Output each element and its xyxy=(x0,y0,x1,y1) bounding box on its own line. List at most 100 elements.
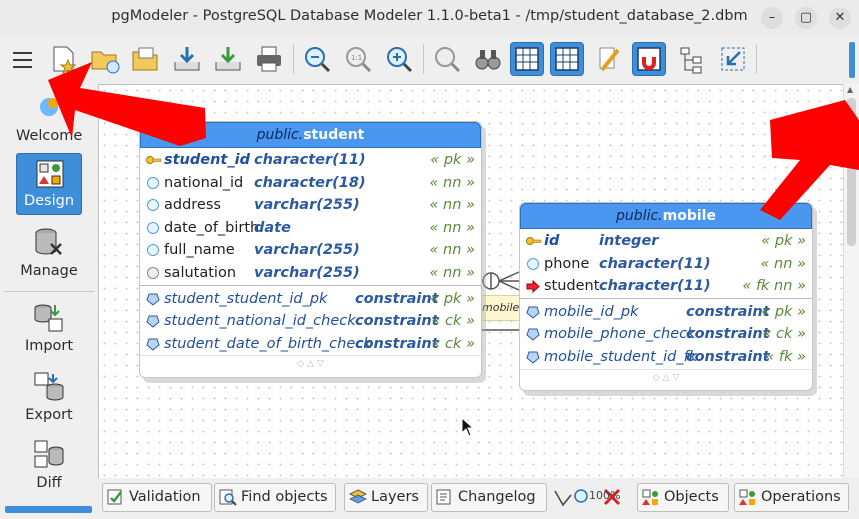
expand-canvas-button[interactable] xyxy=(716,42,750,76)
find-button[interactable] xyxy=(471,42,505,76)
column-name: student xyxy=(544,278,600,295)
constraint-tag: « ck » xyxy=(762,326,807,343)
print-button[interactable] xyxy=(252,42,286,76)
table-row[interactable]: phone character(11) « nn » xyxy=(520,253,812,276)
toolbar-separator xyxy=(756,44,757,74)
sidebar-item-manage[interactable]: Manage xyxy=(16,222,82,284)
open-model-button[interactable] xyxy=(129,42,163,76)
sidebar-item-welcome[interactable]: Welcome xyxy=(16,87,82,149)
column-constraint-tag: « fk nn » xyxy=(742,278,806,295)
sidebar-item-label: Design xyxy=(23,193,75,209)
constraint-name: mobile_id_pk xyxy=(544,303,639,320)
constraint-tag: « fk » xyxy=(765,348,806,365)
validation-button[interactable]: Validation xyxy=(102,483,212,512)
objects-icon xyxy=(642,489,658,505)
layers-button[interactable]: Layers xyxy=(344,483,428,512)
table-row[interactable]: student_student_id_pk constraint « pk » xyxy=(140,288,481,311)
sidebar-item-import[interactable]: Import xyxy=(16,297,82,359)
table-row[interactable]: full_name varchar(255) « nn » xyxy=(140,239,481,262)
changelog-button[interactable]: Changelog xyxy=(431,483,547,512)
column-name: salutation xyxy=(164,264,237,281)
show-grid-button[interactable] xyxy=(510,42,544,76)
svg-text:1:1: 1:1 xyxy=(351,54,362,62)
sidebar-item-label: Diff xyxy=(36,475,62,491)
column-constraint-tag: « nn » xyxy=(429,174,476,191)
column-type: varchar(255) xyxy=(254,264,360,281)
table-row[interactable]: student character(11) « fk nn » xyxy=(520,275,812,298)
table-footer-toggles[interactable]: ◇ △ ▽ xyxy=(140,355,481,373)
zoom-reset-button[interactable]: 1:1 xyxy=(341,42,375,76)
table-row[interactable]: id integer « pk » xyxy=(520,230,812,253)
zoom-out-button[interactable] xyxy=(300,42,334,76)
table-header[interactable]: public.student xyxy=(140,122,481,148)
new-model-button[interactable] xyxy=(46,42,80,76)
table-row[interactable]: student_date_of_birth_check constraint «… xyxy=(140,333,481,356)
table-student[interactable]: public.student student_id character(11) … xyxy=(139,121,482,378)
align-to-grid-button[interactable] xyxy=(550,42,584,76)
page-delimiters-button[interactable] xyxy=(592,42,626,76)
save-as-button[interactable] xyxy=(211,42,245,76)
arrange-objects-button[interactable] xyxy=(675,42,709,76)
table-row[interactable]: mobile_student_id_fk constraint « fk » xyxy=(520,346,812,369)
objects-button[interactable]: Objects xyxy=(637,483,729,512)
scene-overview-controls[interactable]: 100% xyxy=(551,483,633,512)
canvas-vertical-scrollbar[interactable]: ▲ xyxy=(843,84,859,478)
magnetic-grid-button[interactable] xyxy=(632,42,666,76)
mouse-cursor-icon xyxy=(461,417,475,437)
table-row[interactable]: address varchar(255) « nn » xyxy=(140,194,481,217)
close-button[interactable]: ✕ xyxy=(829,7,851,29)
model-canvas[interactable]: mobile_stu public.student student_id cha… xyxy=(98,84,843,478)
relationship-label[interactable]: mobile_stu xyxy=(481,295,521,321)
welcome-icon xyxy=(40,98,58,116)
constraint-icon xyxy=(146,293,160,306)
find-objects-button[interactable]: Find objects xyxy=(214,483,336,512)
column-type: character(11) xyxy=(254,152,366,168)
maximize-button[interactable]: ▢ xyxy=(795,7,817,29)
scrollbar-thumb[interactable] xyxy=(847,98,856,246)
column-name: date_of_birth xyxy=(164,219,260,236)
table-row[interactable]: student_national_id_check constraint « c… xyxy=(140,310,481,333)
sidebar-item-design[interactable]: Design xyxy=(16,153,82,215)
grid-lines-icon xyxy=(555,47,579,71)
fit-to-screen-button[interactable] xyxy=(430,42,464,76)
find-objects-icon xyxy=(219,489,237,506)
column-constraint-tag: « nn » xyxy=(429,197,476,214)
grid-icon xyxy=(515,47,539,71)
table-footer-toggles[interactable]: ◇ △ ▽ xyxy=(520,368,812,387)
column-circle-icon xyxy=(147,199,159,212)
open-recent-button[interactable] xyxy=(88,42,122,76)
save-button[interactable] xyxy=(170,42,204,76)
table-schema: public. xyxy=(256,127,304,143)
shrink-arrow-icon xyxy=(721,47,745,71)
toolbar-overflow-indicator xyxy=(849,42,855,78)
table-row[interactable]: date_of_birth date « nn » xyxy=(140,217,481,240)
hamburger-menu-button[interactable] xyxy=(5,42,39,76)
constraint-icon xyxy=(526,306,540,319)
sidebar-separator xyxy=(4,291,94,292)
table-row[interactable]: national_id character(18) « nn » xyxy=(140,172,481,195)
table-row[interactable]: mobile_phone_check constraint « ck » xyxy=(520,323,812,346)
sidebar-item-label: Welcome xyxy=(16,128,83,144)
sidebar-item-export[interactable]: Export xyxy=(16,366,82,428)
zoom-out-icon xyxy=(305,47,331,73)
sidebar-item-diff[interactable]: Diff xyxy=(16,434,82,496)
constraint-type: constraint xyxy=(355,290,439,307)
column-type: varchar(255) xyxy=(254,242,360,259)
table-mobile[interactable]: public.mobile id integer « pk » phone ch… xyxy=(519,202,813,391)
scroll-up-icon[interactable]: ▲ xyxy=(847,85,853,94)
zoom-in-button[interactable] xyxy=(382,42,416,76)
column-name: phone xyxy=(544,255,590,272)
column-constraint-tag: « nn » xyxy=(429,219,476,236)
table-header[interactable]: public.mobile xyxy=(520,203,812,229)
table-row[interactable]: salutation varchar(255) « nn » xyxy=(140,262,481,285)
pencil-ruler-icon xyxy=(599,47,620,72)
table-row[interactable]: student_id character(11) « pk » xyxy=(140,149,481,172)
constraint-type: constraint xyxy=(686,326,770,343)
operations-button[interactable]: Operations xyxy=(734,483,849,512)
magnet-grid-icon xyxy=(637,47,661,71)
minimize-button[interactable]: – xyxy=(761,7,783,29)
foreign-key-arrow-icon xyxy=(526,280,540,294)
table-row[interactable]: mobile_id_pk constraint « pk » xyxy=(520,301,812,324)
find-objects-label: Find objects xyxy=(241,489,328,505)
zoom-level-text: 100% xyxy=(589,489,621,502)
